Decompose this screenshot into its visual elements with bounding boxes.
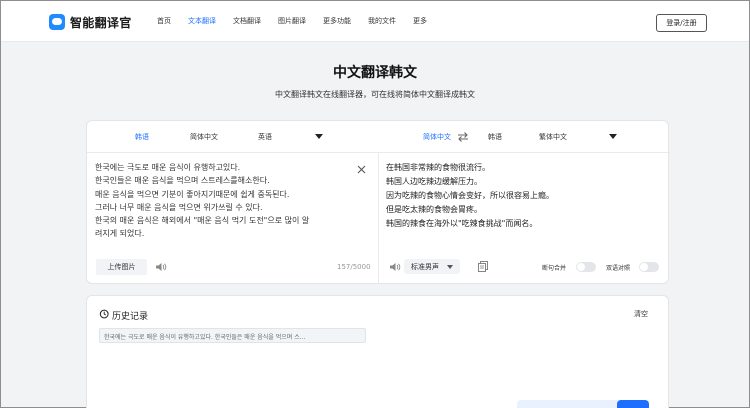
char-count: 157/5000 xyxy=(337,263,371,271)
nav-home[interactable]: 首页 xyxy=(157,16,171,26)
page-subtitle: 中文翻译韩文在线翻译器，可在线将简体中文翻译成韩文 xyxy=(275,90,475,99)
history-item[interactable]: 한국에는 극도로 매운 음식이 유행하고있다. 한국인들은 매운 음식을 먹으며… xyxy=(99,328,366,343)
translator-card: 韩语 简体中文 英语 简体中文 韩语 繁体中文 한국에는 극도로 매운 음식이 … xyxy=(86,120,670,284)
logo-icon xyxy=(49,14,65,30)
source-line: 그러나 너무 매운 음식을 먹으면 위가쓰릴 수 있다. xyxy=(95,202,263,212)
page-title: 中文翻译韩文 xyxy=(333,65,417,81)
target-line: 但是吃太辣的食物会胃疼。 xyxy=(386,205,482,214)
target-lang-traditional[interactable]: 繁体中文 xyxy=(539,132,567,142)
nav-doc-translate[interactable]: 文档翻译 xyxy=(233,16,261,26)
bilingual-toggle[interactable] xyxy=(639,262,659,272)
source-speaker-icon[interactable] xyxy=(155,262,167,272)
top-header: 智能翻译官 首页 文本翻译 文档翻译 图片翻译 更多功能 我的文件 更多 登录/… xyxy=(1,1,749,42)
nav-image-translate[interactable]: 图片翻译 xyxy=(278,16,306,26)
source-text-input[interactable]: 한국에는 극도로 매운 음식이 유행하고있다. 한국인들은 매운 음식을 먹으며… xyxy=(95,161,360,241)
target-lang-korean[interactable]: 韩语 xyxy=(488,132,502,142)
history-icon xyxy=(99,309,109,319)
source-lang-chinese[interactable]: 简体中文 xyxy=(190,132,218,142)
voice-select-label: 标准男声 xyxy=(411,262,439,271)
copy-icon[interactable] xyxy=(478,261,488,272)
target-speaker-icon[interactable] xyxy=(389,262,401,272)
source-lang-dropdown-icon[interactable] xyxy=(315,134,323,139)
source-lang-korean[interactable]: 韩语 xyxy=(135,132,149,142)
voice-select[interactable]: 标准男声 xyxy=(404,259,460,274)
target-lang-dropdown-icon[interactable] xyxy=(609,134,617,139)
sentence-merge-toggle[interactable] xyxy=(576,262,596,272)
clear-icon[interactable] xyxy=(357,165,366,174)
bilingual-label: 双语对照 xyxy=(606,265,631,272)
floating-widget[interactable] xyxy=(517,400,632,408)
target-line: 韩国的辣食在海外以"吃辣食挑战"而闻名。 xyxy=(386,219,538,228)
source-line: 한국의 매운 음식은 해외에서 "매운 음식 먹기 도전"으로 많이 알 xyxy=(95,216,310,226)
history-clear-button[interactable]: 清空 xyxy=(634,309,648,319)
target-line: 韩国人边吃辣边缓解压力。 xyxy=(386,177,482,186)
floating-widget-button[interactable] xyxy=(617,400,649,408)
chevron-down-icon xyxy=(447,265,453,269)
pane-divider xyxy=(378,153,379,284)
nav-more-features[interactable]: 更多功能 xyxy=(323,16,351,26)
history-panel: 历史记录 清空 한국에는 극도로 매운 음식이 유행하고있다. 한국인들은 매운… xyxy=(86,295,669,408)
source-line: 한국인들은 매운 음식을 먹으며 스트레스를해소한다. xyxy=(95,176,270,186)
nav-text-translate[interactable]: 文本翻译 xyxy=(188,16,216,26)
nav-more[interactable]: 更多 xyxy=(413,16,427,26)
logo-text: 智能翻译官 xyxy=(70,15,132,30)
swap-languages-icon[interactable] xyxy=(457,131,469,143)
target-line: 因为吃辣的食物心情会变好，所以很容易上瘾。 xyxy=(386,191,554,200)
upload-image-button[interactable]: 上传图片 xyxy=(96,259,147,275)
target-line: 在韩国非常辣的食物很流行。 xyxy=(386,163,490,172)
nav-my-files[interactable]: 我的文件 xyxy=(368,16,396,26)
main-nav: 首页 文本翻译 文档翻译 图片翻译 更多功能 我的文件 更多 xyxy=(157,16,444,26)
logo[interactable]: 智能翻译官 xyxy=(49,13,132,31)
source-lang-english[interactable]: 英语 xyxy=(258,132,272,142)
translation-output: 在韩国非常辣的食物很流行。 韩国人边吃辣边缓解压力。 因为吃辣的食物心情会变好，… xyxy=(386,161,656,231)
login-button[interactable]: 登录/注册 xyxy=(656,14,707,32)
language-bar: 韩语 简体中文 英语 简体中文 韩语 繁体中文 xyxy=(87,121,670,153)
source-line: 한국에는 극도로 매운 음식이 유행하고있다. xyxy=(95,163,241,172)
target-lang-chinese[interactable]: 简体中文 xyxy=(423,132,451,142)
sentence-merge-label: 断句合并 xyxy=(542,265,567,272)
source-line: 려지게 되었다. xyxy=(95,229,145,239)
history-title: 历史记录 xyxy=(112,312,149,322)
source-line: 매운 음식을 먹으면 기분이 좋아지기때문에 쉽게 중독된다. xyxy=(95,189,290,199)
